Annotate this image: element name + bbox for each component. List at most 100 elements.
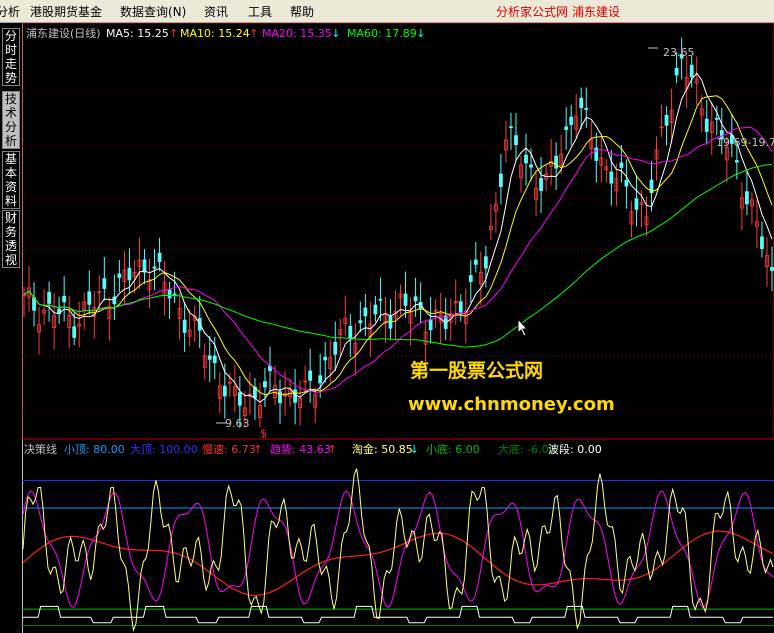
indicator-arrow-5: ↓ [410,443,419,456]
price-candle-body [734,160,739,163]
price-candle-body [333,342,338,355]
price-candle-body [473,259,478,265]
price-candle-body [499,173,503,187]
price-candle-body [358,320,363,324]
price-panel-title: 浦东建设(日线) [26,26,101,40]
watermark-title: 第一股票公式网 [410,360,544,382]
price-candle-body [744,191,749,205]
price-candle-body [62,295,67,303]
price-panel-frame [22,23,774,440]
ma-label-1: MA10: 15.24 [180,27,250,40]
price-candle-body [142,259,147,273]
price-candle-body [293,389,297,403]
price-candle-body [117,273,122,278]
price-candle-body [152,266,157,269]
side-tab-1[interactable]: 技术分析 [2,91,20,149]
price-candle-body [760,236,764,249]
price-candle-body [664,114,669,126]
price-candle-body [47,291,52,304]
price-candle-body [363,307,368,317]
price-candle-body [564,126,569,130]
site-label: 分析家公式网 [496,5,569,19]
price-candle-body [87,291,92,305]
price-candle-body [167,289,172,299]
price-candle-body [308,370,313,381]
menu-bar: 分析 港股期货基金 数据查询(N) 资讯 工具 帮助 分析家公式网 浦东建设 [0,0,774,23]
price-candle-body [770,266,774,271]
price-candle-body [373,304,378,315]
price-candle-body [529,164,533,168]
ma60-line [23,164,773,348]
menu-item-5[interactable]: 帮助 [290,3,314,20]
ma-label-2: MA20: 15.35 [262,27,332,40]
ma-label-0: MA5: 15.25 [106,27,169,40]
ma-arrow-3: ↓ [416,27,425,40]
price-candle-body [403,293,408,306]
indicator-slow-line [22,530,774,596]
indicator-label-8: 波段: 0.00 [548,442,602,456]
price-candle-body [157,252,162,262]
marker-dollar: $ [260,427,267,440]
indicator-label-4: 趋势: 43.63 [270,443,331,456]
indicator-label-6: 小底: 6.00 [426,442,480,456]
price-candle-body [237,392,242,406]
mouse-cursor-icon [517,318,529,337]
price-candle-body [634,198,639,210]
stock-name-label: 浦东建设 [572,5,621,19]
price-candle-body [514,135,518,146]
indicator-arrow-4: ↑ [328,443,337,456]
right-price-label: 19.69-19.7 [716,136,774,149]
indicator-label-0: 决策线 [24,442,57,456]
stock-chart: 浦东建设(日线) MA5: 15.25 ↑ MA10: 15.24 ↑ MA20: 15.… [22,23,774,633]
price-candle-body [619,162,624,168]
price-candle-body [127,267,132,281]
menu-item-0[interactable]: 分析 [0,3,20,20]
price-candle-body [323,356,328,361]
ma-arrow-2: ↓ [331,27,340,40]
indicator-arrow-3: ↑ [253,443,262,456]
price-candle-body [704,118,709,132]
ma20-line [23,126,773,393]
price-candle-body [468,275,473,282]
menu-item-2[interactable]: 数据查询(N) [120,3,186,20]
side-tab-0[interactable]: 分时走势 [2,28,20,86]
ma-arrow-1: ↑ [249,27,258,40]
price-candle-body [524,154,528,164]
price-candle-body [458,301,463,313]
price-candle-body [569,116,574,125]
price-candle-body [413,296,418,302]
price-candle-body [72,326,77,338]
price-candle-body [714,117,719,120]
price-candle-body [263,381,267,388]
price-candle-body [624,180,629,187]
side-tabs: 分时走势技术分析基本资料 财务透视 [0,23,23,633]
price-candle-body [182,319,187,333]
price-candle-body [584,107,589,110]
price-candle-body [222,385,227,397]
high-price-label: 23.65 [663,46,695,59]
side-tab-2[interactable]: 基本资料 [2,151,20,209]
price-candle-body [674,67,679,76]
price-candle-body [207,355,212,360]
price-candle-body [539,178,543,191]
ma5-line [23,72,773,403]
price-candle-body [509,126,513,129]
indicator-label-2: 大顶: 100.00 [130,442,198,456]
menu-item-1[interactable]: 港股期货基金 [30,3,102,20]
price-candle-body [318,375,323,384]
price-candle-body [594,147,599,161]
price-candle-body [428,319,433,331]
price-candle-body [102,278,107,289]
watermark-url: www.chnmoney.com [408,394,615,415]
indicator-label-1: 小顶: 80.00 [64,443,125,456]
price-candle-body [378,298,383,301]
ma-label-3: MA60: 17.89 [347,27,417,40]
indicator-label-5: 淘金: 50.85 [352,442,413,456]
side-tab-3[interactable]: 财务透视 [2,210,20,268]
menu-item-3[interactable]: 资讯 [204,3,228,20]
price-candle-body [689,64,694,78]
price-candle-body [483,256,488,269]
price-candle-body [579,97,584,109]
menu-item-4[interactable]: 工具 [248,3,272,20]
price-candle-body [212,355,217,364]
